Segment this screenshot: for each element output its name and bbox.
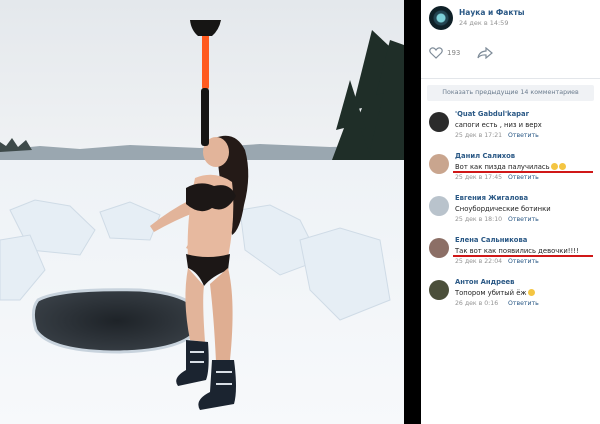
group-avatar[interactable]	[429, 6, 453, 30]
comment-date[interactable]: 25 дек в 18:10	[455, 216, 502, 223]
group-name[interactable]: Наука и Факты	[459, 8, 525, 17]
photo-divider	[404, 0, 421, 424]
comment-text: Так вот как появились девочки!!!!	[455, 247, 579, 255]
smile-emoji-icon	[550, 163, 558, 170]
comment-text: Вот как пизда палучилась	[455, 163, 566, 171]
comment-reply-link[interactable]: Ответить	[508, 258, 539, 265]
comment-date[interactable]: 25 дек в 22:04	[455, 258, 502, 265]
comment-item: 'Quat Gabdul'kapar сапоги есть , низ и ве…	[421, 110, 600, 150]
comment-item: Евгения Жигалова Сноубордические ботинки 2…	[421, 194, 600, 234]
comment-date[interactable]: 26 дек в 0:16	[455, 300, 498, 307]
comment-author[interactable]: Данил Салихов	[455, 152, 515, 160]
comment-author[interactable]: 'Quat Gabdul'kapar	[455, 110, 529, 118]
comment-date[interactable]: 25 дек в 17:21	[455, 132, 502, 139]
comment-author[interactable]: Елена Сальникова	[455, 236, 527, 244]
comment-avatar[interactable]	[429, 154, 449, 174]
smile-emoji-icon	[558, 163, 566, 170]
comment-avatar[interactable]	[429, 238, 449, 258]
red-highlight-line	[453, 171, 593, 173]
comment-text: Топором убитый ёж	[455, 289, 535, 297]
comment-text: сапоги есть , низ и верх	[455, 121, 542, 129]
smile-emoji-icon	[527, 289, 535, 296]
comment-avatar[interactable]	[429, 196, 449, 216]
comment-avatar[interactable]	[429, 280, 449, 300]
comment-author[interactable]: Антон Андреев	[455, 278, 514, 286]
comment-item: Антон Андреев Топором убитый ёж 26 дек в 0…	[421, 278, 600, 318]
heart-outline-icon[interactable]	[429, 47, 443, 59]
watermark	[484, 407, 486, 415]
post-sidebar: Наука и Факты 24 дек в 14:59 193 Показат…	[421, 0, 600, 424]
comment-date[interactable]: 25 дек в 17:45	[455, 174, 502, 181]
comment-author[interactable]: Евгения Жигалова	[455, 194, 528, 202]
comment-item: Елена Сальникова Так вот как появились де…	[421, 236, 600, 276]
comment-item: Данил Салихов Вот как пизда палучилась 25 …	[421, 152, 600, 192]
post-photo[interactable]	[0, 0, 404, 424]
comment-text: Сноубордические ботинки	[455, 205, 551, 213]
post-header: Наука и Факты 24 дек в 14:59	[421, 0, 600, 36]
red-highlight-line	[453, 255, 593, 257]
comment-reply-link[interactable]: Ответить	[508, 174, 539, 181]
comment-reply-link[interactable]: Ответить	[508, 132, 539, 139]
comment-reply-link[interactable]: Ответить	[508, 216, 539, 223]
share-arrow-icon[interactable]	[477, 47, 493, 59]
winter-photo-illustration	[0, 0, 404, 424]
divider	[421, 78, 600, 79]
comment-avatar[interactable]	[429, 112, 449, 132]
show-previous-comments-button[interactable]: Показать предыдущие 14 комментариев	[427, 85, 594, 101]
post-time[interactable]: 24 дек в 14:59	[459, 19, 508, 27]
comment-reply-link[interactable]: Ответить	[508, 300, 539, 307]
like-count: 193	[447, 49, 461, 57]
post-actions: 193	[421, 44, 600, 64]
